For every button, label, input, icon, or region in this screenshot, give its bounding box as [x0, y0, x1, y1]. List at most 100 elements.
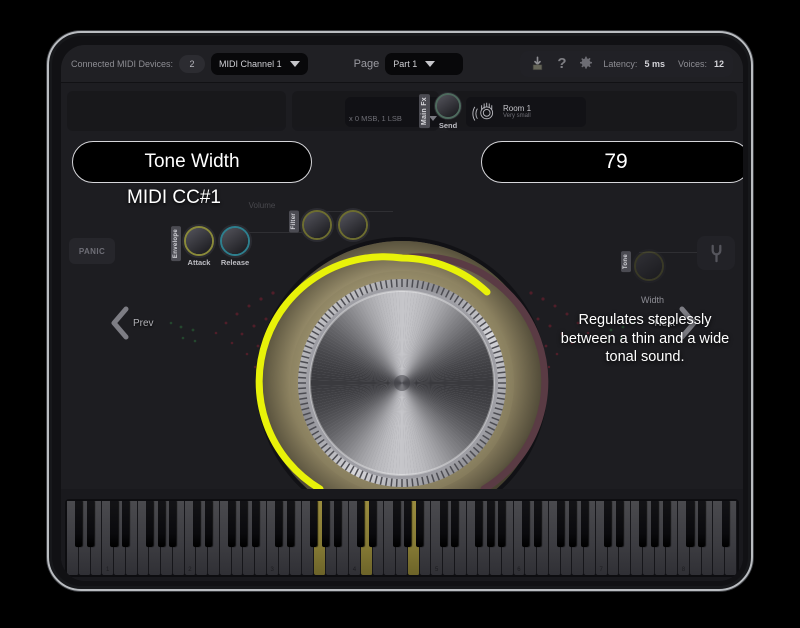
- piano-black-key[interactable]: [369, 501, 377, 547]
- chevron-down-icon: [289, 60, 300, 67]
- octave-marker: 8: [681, 567, 686, 573]
- prev-label: Prev: [133, 317, 154, 329]
- piano-black-key[interactable]: [228, 501, 236, 547]
- send-knob[interactable]: [435, 93, 461, 119]
- octave-marker: 6: [517, 567, 521, 573]
- background-panel: [67, 91, 287, 131]
- midi-channel-value: MIDI Channel 1: [219, 58, 282, 69]
- piano-black-key[interactable]: [192, 501, 200, 547]
- piano-black-key[interactable]: [486, 501, 494, 547]
- piano-black-key[interactable]: [698, 501, 706, 547]
- page-label: Page: [353, 57, 380, 70]
- piano-black-key[interactable]: [169, 501, 177, 547]
- piano-black-key[interactable]: [639, 501, 647, 547]
- reverb-icon: [472, 102, 494, 121]
- piano-black-key[interactable]: [357, 501, 365, 547]
- piano-black-key[interactable]: [721, 501, 729, 547]
- attack-label: Attack: [187, 258, 211, 267]
- filter-tag: Filter: [289, 210, 299, 233]
- page-part-dropdown[interactable]: Part 1: [385, 52, 464, 75]
- piano-black-key[interactable]: [686, 501, 694, 547]
- piano-black-key[interactable]: [451, 501, 459, 547]
- midi-channel-dropdown[interactable]: MIDI Channel 1: [211, 52, 308, 75]
- piano-black-key[interactable]: [568, 501, 576, 547]
- tone-tag: Tone: [621, 251, 631, 273]
- tuning-fork-icon: [711, 244, 721, 262]
- main-fx-module: Main Fx Send Room 1 Very small: [419, 93, 586, 130]
- piano-black-key[interactable]: [333, 501, 341, 547]
- piano-keyboard[interactable]: 1 2 3 4 5 6 7 8: [65, 499, 739, 577]
- connected-midi-devices-count: 2: [179, 54, 206, 73]
- piano-black-key[interactable]: [86, 501, 95, 547]
- piano-black-key[interactable]: [322, 501, 330, 547]
- piano-black-key[interactable]: [604, 501, 612, 547]
- chevron-left-icon: [111, 306, 129, 340]
- screenshot-root: Connected MIDI Devices: 2 MIDI Channel 1…: [0, 0, 800, 628]
- latency-value: 5 ms: [644, 58, 665, 69]
- release-knob[interactable]: [220, 226, 250, 256]
- octave-marker: 5: [434, 567, 439, 573]
- piano-black-key[interactable]: [310, 501, 318, 547]
- piano-black-key[interactable]: [498, 501, 506, 547]
- envelope-tag: Envelope: [171, 226, 181, 262]
- octave-marker: 1: [105, 567, 110, 573]
- piano-black-key[interactable]: [615, 501, 623, 547]
- piano-black-key[interactable]: [557, 501, 565, 547]
- voices-label: Voices:: [677, 58, 707, 69]
- toolbar-right-group: ? Latency: 5 ms Voices: 12: [520, 50, 733, 77]
- piano-black-key[interactable]: [416, 501, 424, 547]
- latency-label: Latency:: [603, 58, 638, 69]
- connected-midi-devices-label: Connected MIDI Devices:: [71, 58, 174, 69]
- piano-black-key[interactable]: [651, 501, 659, 547]
- piano-black-key[interactable]: [533, 501, 541, 547]
- parameter-title-overlay: Tone Width: [72, 141, 312, 183]
- prev-button[interactable]: Prev: [109, 305, 154, 341]
- piano-black-key[interactable]: [145, 501, 153, 547]
- help-icon[interactable]: ?: [553, 55, 570, 72]
- top-toolbar: Connected MIDI Devices: 2 MIDI Channel 1…: [61, 45, 743, 83]
- piano-black-key[interactable]: [75, 501, 83, 547]
- piano-black-key[interactable]: [580, 501, 588, 547]
- panic-button[interactable]: PANIC: [69, 238, 115, 264]
- envelope-section: Envelope Attack Release: [171, 226, 250, 267]
- tuning-fork-button[interactable]: [697, 236, 735, 270]
- main-fx-tag: Main Fx: [419, 94, 430, 129]
- keyboard-shelf: 1 2 3 4 5 6 7 8: [61, 489, 743, 581]
- piano-black-key[interactable]: [275, 501, 283, 547]
- piano-black-key[interactable]: [439, 501, 447, 547]
- attack-knob[interactable]: [184, 226, 214, 256]
- piano-black-key[interactable]: [521, 501, 529, 547]
- send-label: Send: [438, 121, 458, 130]
- voices-value: 12: [713, 58, 724, 69]
- piano-black-key[interactable]: [157, 501, 165, 547]
- fx-preset-sub: Very small: [503, 113, 531, 119]
- white-keys-container: 1 2 3 4 5 6 7 8: [67, 501, 737, 575]
- parameter-description-overlay: Regulates steplessly between a thin and …: [560, 312, 730, 366]
- knob-face: [309, 290, 495, 476]
- piano-black-key[interactable]: [204, 501, 212, 547]
- page-part-value: Part 1: [393, 58, 418, 69]
- volume-label: Volume: [248, 201, 276, 210]
- release-label: Release: [220, 258, 250, 267]
- piano-black-key[interactable]: [251, 501, 259, 547]
- midi-binding-value: x 0 MSB, 1 LSB: [349, 114, 402, 123]
- piano-black-key[interactable]: [404, 501, 412, 547]
- piano-black-key[interactable]: [474, 501, 482, 547]
- parameter-value-overlay: 79: [481, 141, 743, 183]
- octave-marker: 4: [352, 567, 357, 573]
- settings-gear-icon[interactable]: [577, 55, 594, 72]
- piano-black-key[interactable]: [662, 501, 670, 547]
- fx-preset-selector[interactable]: Room 1 Very small: [466, 96, 586, 127]
- octave-marker: 2: [188, 567, 192, 573]
- midi-cc-overlay: MIDI CC#1: [127, 187, 221, 208]
- octave-marker: 3: [270, 567, 274, 573]
- fx-preset-name: Room 1: [503, 104, 532, 113]
- piano-black-key[interactable]: [110, 501, 118, 547]
- save-icon[interactable]: [529, 55, 546, 72]
- piano-black-key[interactable]: [286, 501, 294, 547]
- piano-black-key[interactable]: [392, 501, 400, 547]
- tablet-device: Connected MIDI Devices: 2 MIDI Channel 1…: [47, 31, 753, 591]
- piano-black-key[interactable]: [239, 501, 247, 547]
- tone-width-main-knob[interactable]: [252, 233, 552, 533]
- piano-black-key[interactable]: [122, 501, 130, 547]
